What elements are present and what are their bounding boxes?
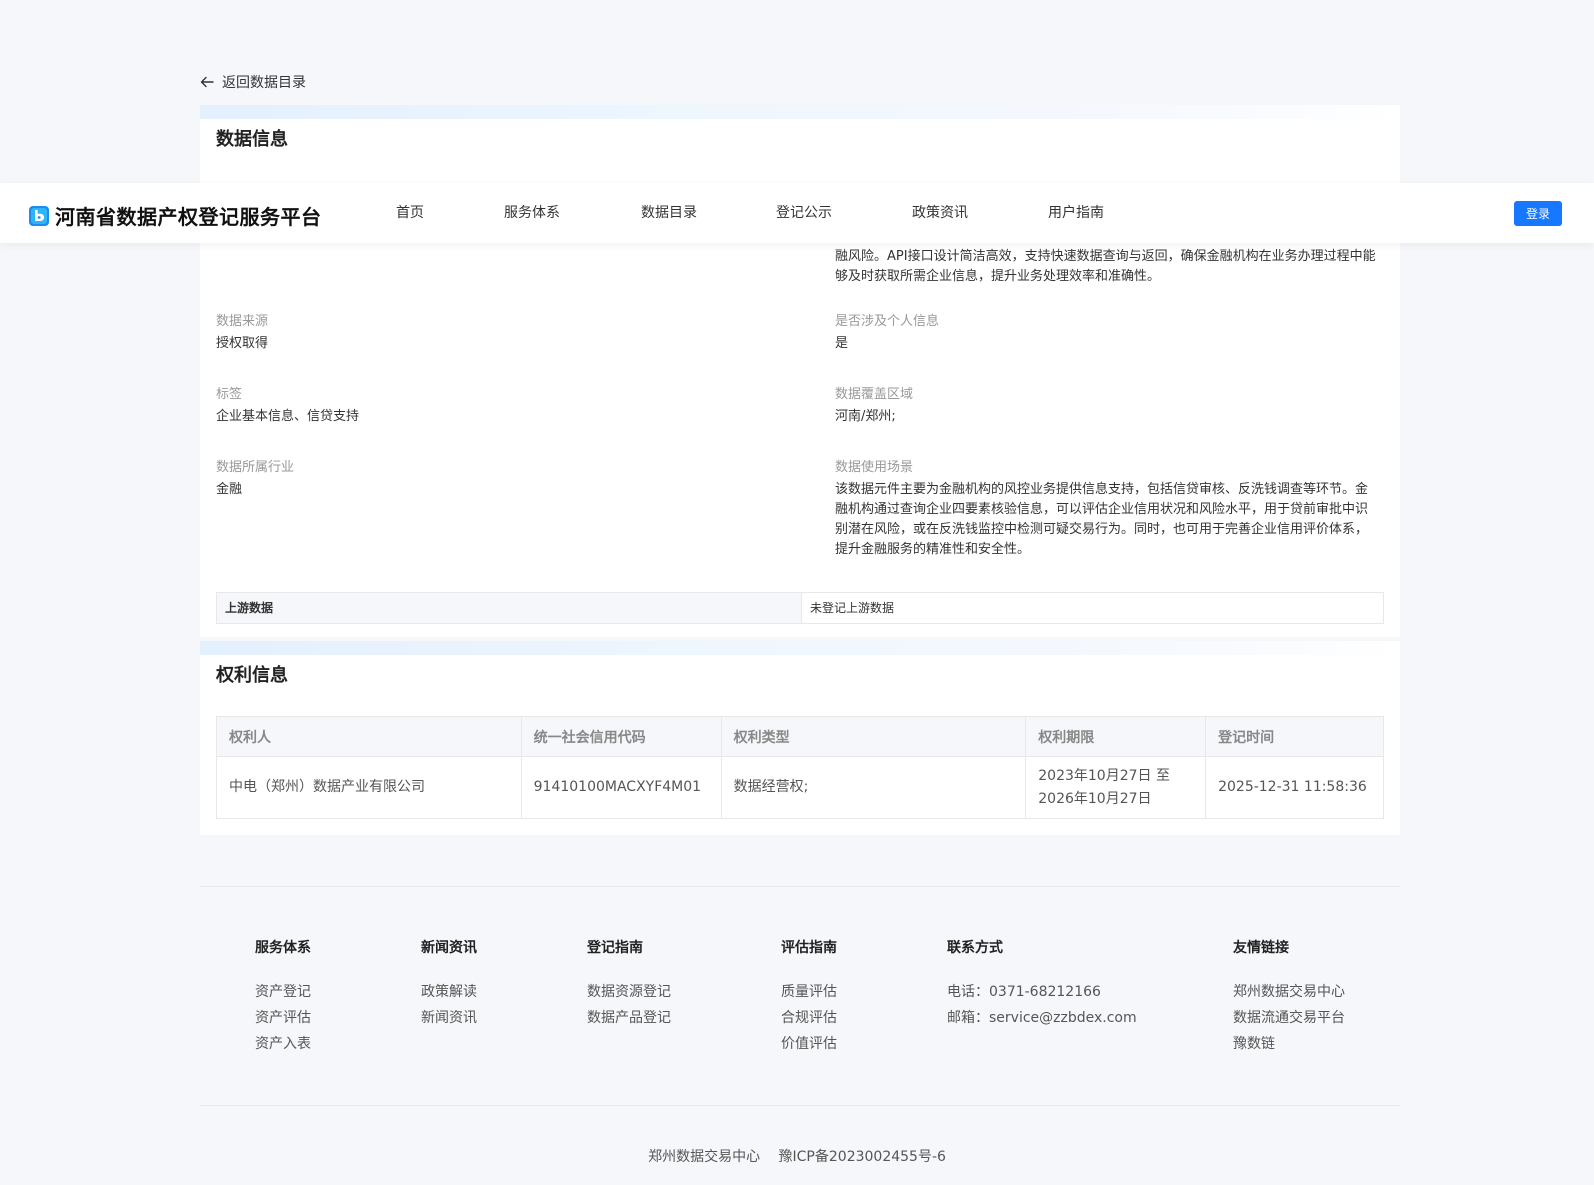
copyright-bar: 郑州数据交易中心 豫ICP备2023002455号-6 <box>0 1146 1594 1166</box>
login-button[interactable]: 登录 <box>1514 201 1562 226</box>
footer-link-news[interactable]: 新闻资讯 <box>421 1005 477 1031</box>
footer-col-title: 友情链接 <box>1233 940 1289 956</box>
footer-email: 邮箱：service@zzbdex.com <box>947 1010 1137 1026</box>
data-info-title: 数据信息 <box>216 129 288 150</box>
footer-link-asset-registration[interactable]: 资产登记 <box>255 979 311 1005</box>
column-header: 登记时间 <box>1205 716 1384 757</box>
back-link-label: 返回数据目录 <box>222 75 306 91</box>
nav-item-user-guide[interactable]: 用户指南 <box>1048 183 1104 243</box>
footer-divider <box>200 886 1400 887</box>
footer-link-yushulian[interactable]: 豫数链 <box>1233 1031 1345 1057</box>
footer-phone: 电话：0371-68212166 <box>947 984 1101 1000</box>
cell-rights-period: 2023年10月27日 至 2026年10月27日 <box>1025 756 1207 819</box>
back-to-catalog-link[interactable]: 返回数据目录 <box>200 72 306 92</box>
field-value-tags: 企业基本信息、信贷支持 <box>216 409 360 424</box>
cell-credit-code: 91410100MACXYF4M01 <box>520 756 722 819</box>
footer-link-zz-exchange[interactable]: 郑州数据交易中心 <box>1233 979 1345 1005</box>
upstream-label: 上游数据 <box>217 593 801 623</box>
rights-info-title: 权利信息 <box>216 665 288 686</box>
main-nav: 首页 服务体系 数据目录 登记公示 政策资讯 用户指南 <box>0 183 1594 243</box>
table-header-row: 权利人 统一社会信用代码 权利类型 权利期限 登记时间 <box>216 716 1384 757</box>
nav-item-registration-notice[interactable]: 登记公示 <box>776 183 832 243</box>
arrow-left-icon <box>200 76 214 88</box>
footer-divider <box>200 1105 1400 1106</box>
footer-col-title: 评估指南 <box>781 940 837 956</box>
field-value-data-source: 授权取得 <box>216 336 269 351</box>
cell-registration-time: 2025-12-31 11:58:36 <box>1205 756 1384 819</box>
footer-link-asset-evaluation[interactable]: 资产评估 <box>255 1005 311 1031</box>
footer-link-quality[interactable]: 质量评估 <box>781 979 837 1005</box>
field-label-data-source: 数据来源 <box>216 314 269 329</box>
field-value-industry: 金融 <box>216 482 243 497</box>
copyright-org: 郑州数据交易中心 <box>648 1149 761 1165</box>
nav-item-data-catalog[interactable]: 数据目录 <box>641 183 697 243</box>
icp-number[interactable]: 豫ICP备2023002455号-6 <box>779 1149 946 1165</box>
footer-col-news: 新闻资讯 政策解读 新闻资讯 <box>421 937 477 1031</box>
field-label-tags: 标签 <box>216 387 243 402</box>
column-header: 权利类型 <box>720 716 1027 757</box>
field-value-usage-scenario: 该数据元件主要为金融机构的风控业务提供信息支持，包括信贷审核、反洗钱调查等环节。… <box>835 482 1369 557</box>
upstream-value: 未登记上游数据 <box>801 593 1383 623</box>
rights-info-card: 权利信息 权利人 统一社会信用代码 权利类型 权利期限 登记时间 中电（郑州）数… <box>200 641 1400 835</box>
footer-col-title: 服务体系 <box>255 940 311 956</box>
table-row: 中电（郑州）数据产业有限公司 91410100MACXYF4M01 数据经营权;… <box>216 756 1384 819</box>
field-value-coverage: 河南/郑州; <box>835 409 896 424</box>
column-header: 权利期限 <box>1025 716 1207 757</box>
description-text: 融风险。API接口设计简洁高效，支持快速数据查询与返回，确保金融机构在业务办理过… <box>835 249 1376 284</box>
card-header-band <box>200 641 1400 655</box>
footer-link-data-product[interactable]: 数据产品登记 <box>587 1005 671 1031</box>
top-navigation-bar: 河南省数据产权登记服务平台 首页 服务体系 数据目录 登记公示 政策资讯 用户指… <box>0 183 1594 243</box>
footer-col-title: 新闻资讯 <box>421 940 477 956</box>
field-label-industry: 数据所属行业 <box>216 460 295 475</box>
field-label-usage-scenario: 数据使用场景 <box>835 460 914 475</box>
footer-link-data-resource[interactable]: 数据资源登记 <box>587 979 671 1005</box>
column-header: 统一社会信用代码 <box>520 716 722 757</box>
footer-col-registration-guide: 登记指南 数据资源登记 数据产品登记 <box>587 937 671 1031</box>
footer-col-services: 服务体系 资产登记 资产评估 资产入表 <box>255 937 311 1057</box>
nav-item-home[interactable]: 首页 <box>396 183 424 243</box>
footer-link-value[interactable]: 价值评估 <box>781 1031 837 1057</box>
field-value-personal-info: 是 <box>835 336 849 351</box>
nav-item-policy-news[interactable]: 政策资讯 <box>912 183 968 243</box>
field-label-coverage: 数据覆盖区域 <box>835 387 914 402</box>
nav-item-services[interactable]: 服务体系 <box>504 183 560 243</box>
field-label-personal-info: 是否涉及个人信息 <box>835 314 940 329</box>
rights-table: 权利人 统一社会信用代码 权利类型 权利期限 登记时间 中电（郑州）数据产业有限… <box>216 716 1384 819</box>
footer-col-title: 联系方式 <box>947 940 1003 956</box>
cell-rights-type: 数据经营权; <box>720 756 1027 819</box>
footer-col-evaluation-guide: 评估指南 质量评估 合规评估 价值评估 <box>781 937 837 1057</box>
cell-rights-holder: 中电（郑州）数据产业有限公司 <box>216 756 522 819</box>
footer-col-contact: 联系方式 电话：0371-68212166 邮箱：service@zzbdex.… <box>947 937 1137 1031</box>
upstream-data-row: 上游数据 未登记上游数据 <box>216 592 1384 624</box>
footer-link-policy[interactable]: 政策解读 <box>421 979 477 1005</box>
footer-link-compliance[interactable]: 合规评估 <box>781 1005 837 1031</box>
footer-col-title: 登记指南 <box>587 940 643 956</box>
footer-link-trade-platform[interactable]: 数据流通交易平台 <box>1233 1005 1345 1031</box>
card-header-band <box>200 105 1400 119</box>
column-header: 权利人 <box>216 716 522 757</box>
footer-col-friend-links: 友情链接 郑州数据交易中心 数据流通交易平台 豫数链 <box>1233 937 1345 1057</box>
footer-link-asset-table[interactable]: 资产入表 <box>255 1031 311 1057</box>
